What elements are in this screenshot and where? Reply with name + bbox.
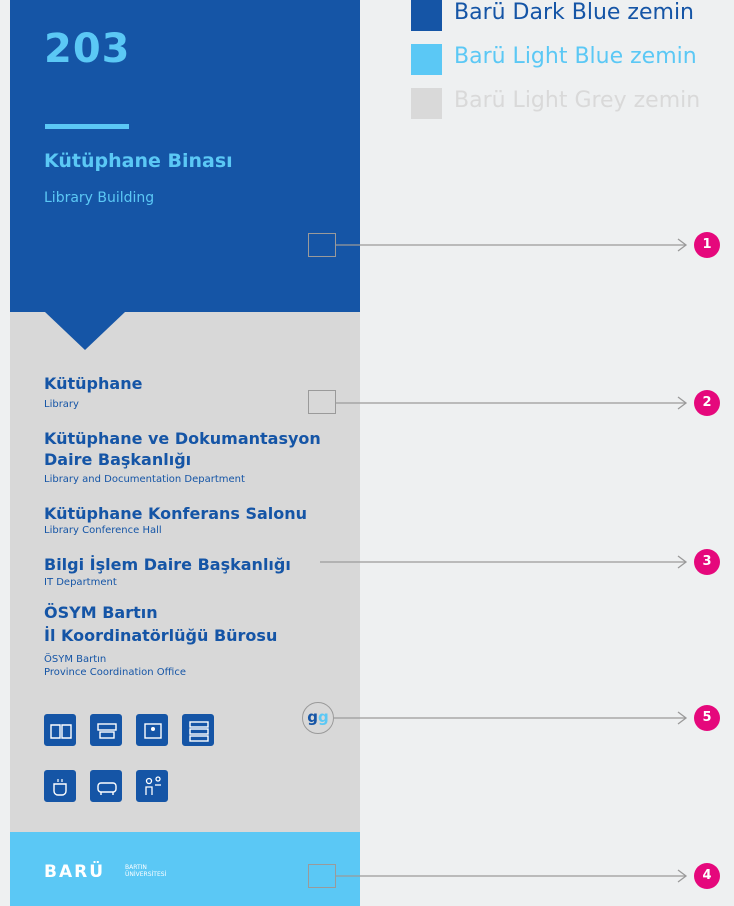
callout-lines: [320, 238, 688, 883]
callout-marker-3: 3: [694, 549, 720, 575]
callout-marker-5: 5: [694, 705, 720, 731]
callout-marker-2: 2: [694, 390, 720, 416]
callout-marker-1: 1: [694, 232, 720, 258]
callout-marker-4: 4: [694, 863, 720, 889]
